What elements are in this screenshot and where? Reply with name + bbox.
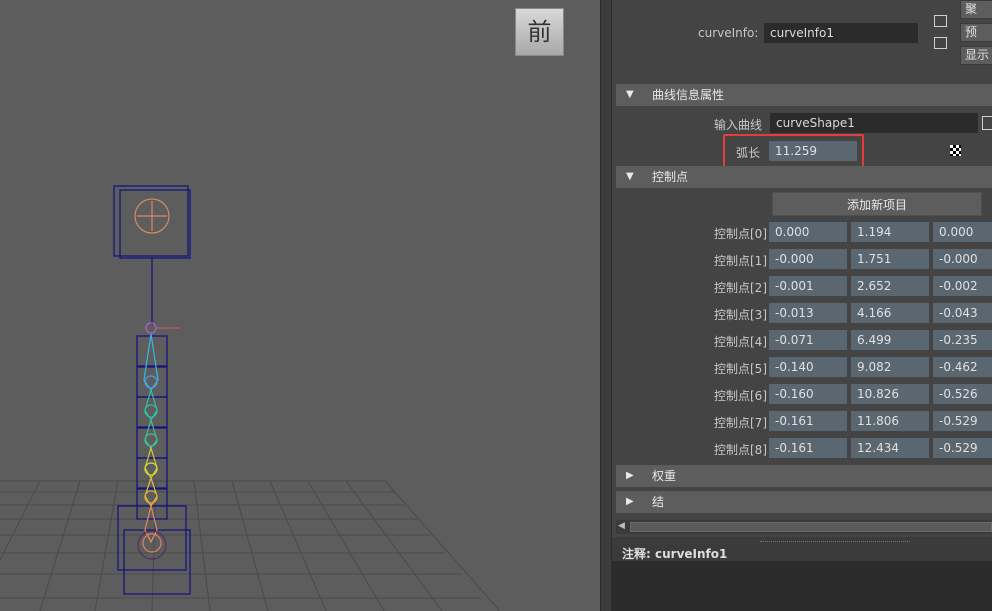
control-point-z-field[interactable]: -0.002 bbox=[933, 276, 992, 296]
collapse-triangle-icon: ▼ bbox=[626, 89, 634, 100]
control-point-x-field[interactable]: 0.000 bbox=[769, 222, 847, 242]
control-point-z-field[interactable]: 0.000 bbox=[933, 222, 992, 242]
collapse-triangle-icon: ▼ bbox=[626, 171, 634, 182]
control-point-y-field[interactable]: 2.652 bbox=[851, 276, 929, 296]
horizontal-scrollbar[interactable]: ◀ bbox=[616, 520, 992, 534]
navigate-icon[interactable] bbox=[982, 116, 992, 130]
root-control bbox=[134, 198, 170, 234]
control-point-x-field[interactable]: -0.140 bbox=[769, 357, 847, 377]
notes-label: 注释: curveInfo1 bbox=[622, 547, 728, 561]
control-point-x-field[interactable]: -0.001 bbox=[769, 276, 847, 296]
control-point-x-field[interactable]: -0.071 bbox=[769, 330, 847, 350]
viewport-front[interactable]: 前 bbox=[0, 0, 600, 611]
viewport-scene bbox=[0, 185, 501, 611]
control-point-y-field[interactable]: 9.082 bbox=[851, 357, 929, 377]
section-curve-info[interactable]: ▼ 曲线信息属性 bbox=[616, 84, 992, 106]
focus-button[interactable]: 聚 bbox=[960, 0, 992, 19]
control-point-y-field[interactable]: 11.806 bbox=[851, 411, 929, 431]
notes-node: curveInfo1 bbox=[655, 547, 728, 561]
focus-input-icon[interactable] bbox=[934, 15, 947, 27]
control-point-y-field[interactable]: 12.434 bbox=[851, 438, 929, 458]
expand-triangle-icon: ▶ bbox=[626, 470, 634, 481]
control-point-label: 控制点[8] bbox=[714, 443, 767, 457]
control-point-x-field[interactable]: -0.013 bbox=[769, 303, 847, 323]
control-point-y-field[interactable]: 10.826 bbox=[851, 384, 929, 404]
control-point-z-field[interactable]: -0.000 bbox=[933, 249, 992, 269]
scroll-left-icon[interactable]: ◀ bbox=[618, 521, 625, 531]
section-weights[interactable]: ▶ 权重 bbox=[616, 465, 992, 487]
show-button[interactable]: 显示 bbox=[960, 46, 992, 65]
section-knots[interactable]: ▶ 结 bbox=[616, 491, 992, 513]
add-new-item-button[interactable]: 添加新项目 bbox=[772, 192, 982, 216]
node-type-label: curveInfo: bbox=[698, 26, 759, 40]
control-point-x-field[interactable]: -0.161 bbox=[769, 438, 847, 458]
scroll-thumb[interactable] bbox=[630, 522, 992, 532]
control-point-z-field[interactable]: -0.526 bbox=[933, 384, 992, 404]
control-point-label: 控制点[2] bbox=[714, 281, 767, 295]
section-title: 结 bbox=[652, 495, 665, 509]
control-point-label: 控制点[7] bbox=[714, 416, 767, 430]
section-title: 权重 bbox=[652, 469, 677, 483]
resize-grip[interactable] bbox=[760, 541, 910, 542]
section-title: 控制点 bbox=[652, 170, 689, 184]
control-point-z-field[interactable]: -0.235 bbox=[933, 330, 992, 350]
section-control-points[interactable]: ▼ 控制点 bbox=[616, 166, 992, 188]
expand-triangle-icon: ▶ bbox=[626, 496, 634, 507]
view-cube-front[interactable]: 前 bbox=[515, 8, 564, 56]
control-point-x-field[interactable]: -0.000 bbox=[769, 249, 847, 269]
spine-joints bbox=[137, 333, 167, 560]
input-curve-field[interactable]: curveShape1 bbox=[770, 113, 978, 133]
control-point-y-field[interactable]: 4.166 bbox=[851, 303, 929, 323]
rig-controls bbox=[113, 185, 191, 595]
control-point-label: 控制点[1] bbox=[714, 254, 767, 268]
control-point-z-field[interactable]: -0.529 bbox=[933, 438, 992, 458]
control-point-label: 控制点[5] bbox=[714, 362, 767, 376]
control-point-x-field[interactable]: -0.160 bbox=[769, 384, 847, 404]
panel-divider[interactable] bbox=[600, 0, 612, 611]
control-point-z-field[interactable]: -0.462 bbox=[933, 357, 992, 377]
control-point-y-field[interactable]: 1.751 bbox=[851, 249, 929, 269]
control-point-z-field[interactable]: -0.529 bbox=[933, 411, 992, 431]
presets-button[interactable]: 预 bbox=[960, 23, 992, 42]
checker-map-icon[interactable] bbox=[950, 145, 961, 156]
notes-panel: 注释: curveInfo1 bbox=[612, 537, 992, 611]
input-curve-label: 输入曲线 bbox=[714, 118, 763, 132]
control-point-y-field[interactable]: 1.194 bbox=[851, 222, 929, 242]
control-point-label: 控制点[6] bbox=[714, 389, 767, 403]
attribute-editor: curveInfo: curveInfo1 聚 预 显示 ▼ 曲线信息属性 输入… bbox=[612, 0, 992, 611]
control-point-x-field[interactable]: -0.161 bbox=[769, 411, 847, 431]
notes-textarea[interactable] bbox=[612, 561, 992, 611]
control-point-z-field[interactable]: -0.043 bbox=[933, 303, 992, 323]
ground-grid bbox=[0, 480, 501, 611]
control-point-y-field[interactable]: 6.499 bbox=[851, 330, 929, 350]
section-title: 曲线信息属性 bbox=[652, 88, 725, 102]
control-point-label: 控制点[4] bbox=[714, 335, 767, 349]
node-name-field[interactable]: curveInfo1 bbox=[764, 23, 918, 43]
control-point-label: 控制点[0] bbox=[714, 227, 767, 241]
control-point-label: 控制点[3] bbox=[714, 308, 767, 322]
focus-output-icon[interactable] bbox=[934, 37, 947, 49]
